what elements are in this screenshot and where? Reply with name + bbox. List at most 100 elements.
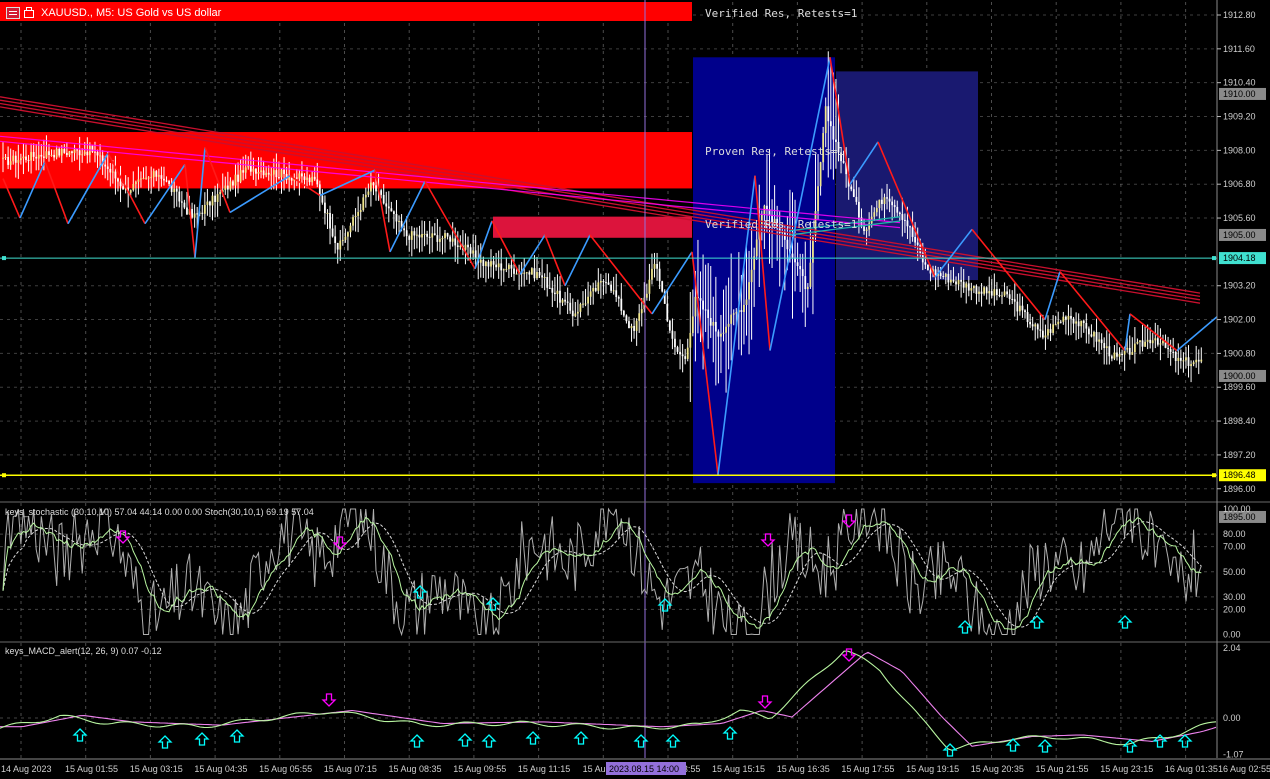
chart-canvas[interactable]: 1912.80 1911.60 1910.40 1909.20 1908.00 1906.… — [0, 0, 1270, 779]
zone-label-verified-mid: Verified Res, Retests=1 — [705, 218, 858, 231]
candle-body — [433, 233, 436, 236]
stoch-axis-label: 20.00 — [1223, 604, 1246, 614]
candle-body — [96, 152, 99, 156]
candle-body — [766, 205, 768, 210]
candle-body — [244, 167, 247, 173]
candle-body — [303, 176, 306, 180]
candle-body — [622, 310, 625, 316]
candle-body — [589, 291, 592, 297]
time-axis-label: 15 Aug 04:35 — [194, 764, 247, 774]
candle-body — [973, 286, 975, 289]
candle-body — [313, 176, 316, 180]
candle-body — [832, 126, 835, 140]
candle-body — [372, 182, 375, 186]
candle-body — [594, 287, 597, 291]
candle-body — [709, 317, 712, 326]
candle-body — [65, 152, 68, 156]
price-tag-label: 1910.00 — [1223, 89, 1256, 99]
candle-body — [1008, 294, 1011, 299]
candle-body — [441, 238, 444, 240]
candle-body — [405, 230, 408, 237]
candle-body — [916, 242, 919, 245]
chart-header: XAUUSD., M5: US Gold vs US dollar — [0, 4, 221, 22]
candle-body — [651, 268, 653, 280]
candle-body — [129, 190, 132, 193]
candle-body — [17, 160, 20, 163]
candle-body — [1059, 321, 1062, 323]
candle-body — [413, 231, 416, 236]
candle-body — [168, 181, 170, 184]
candle-body — [35, 156, 38, 159]
candle-body — [99, 155, 101, 157]
candle-body — [858, 201, 860, 218]
candle-body — [607, 282, 610, 285]
candle-body — [451, 238, 454, 242]
candle-body — [45, 151, 48, 158]
candle-body — [990, 291, 993, 296]
candle-body — [1011, 298, 1014, 300]
candle-body — [1075, 321, 1077, 324]
candle-body — [1021, 305, 1024, 311]
price-axis-label: 1897.20 — [1223, 450, 1256, 460]
candle-body — [625, 315, 628, 322]
price-tag-label: 1905.00 — [1223, 230, 1256, 240]
candle-body — [370, 182, 372, 192]
candle-body — [679, 351, 681, 355]
candle-body — [336, 242, 339, 250]
candle-body — [134, 181, 137, 184]
candle-body — [32, 152, 35, 157]
candle-body — [257, 171, 260, 174]
candle-body — [234, 174, 237, 186]
candle-body — [888, 198, 891, 202]
candle-body — [1052, 324, 1055, 333]
candle-body — [122, 186, 124, 190]
candle-body — [324, 202, 326, 214]
candle-body — [454, 238, 457, 246]
candle-body — [617, 297, 620, 299]
candle-body — [712, 321, 715, 326]
candle-body — [1177, 357, 1180, 361]
price-axis-label: 1902.00 — [1223, 315, 1256, 325]
candle-body — [183, 202, 186, 208]
candle-body — [387, 206, 390, 209]
candle-body — [548, 287, 551, 289]
candle-body — [301, 173, 303, 177]
candle-body — [571, 310, 574, 317]
candle-body — [267, 172, 270, 175]
candle-body — [426, 233, 429, 237]
candle-body — [799, 265, 802, 270]
candle-body — [1029, 321, 1032, 325]
candle-body — [530, 268, 533, 275]
time-axis-label: 15 Aug 03:15 — [130, 764, 183, 774]
candle-body — [1087, 328, 1090, 335]
candle-body — [275, 170, 278, 178]
candle-body — [352, 217, 354, 226]
candle-body — [382, 194, 385, 204]
candle-body — [983, 287, 986, 294]
candle-body — [865, 229, 868, 232]
price-tag-label: 1896.48 — [1223, 470, 1256, 480]
candle-body — [809, 262, 812, 287]
candle-body — [957, 279, 960, 285]
candle-body — [150, 177, 153, 179]
candle-body — [186, 207, 188, 215]
time-axis-label: 15 Aug 17:55 — [841, 764, 894, 774]
candle-body — [993, 289, 996, 296]
time-axis-label: 15 Aug 07:15 — [324, 764, 377, 774]
candle-body — [975, 286, 978, 294]
candle-body — [730, 314, 733, 324]
candle-body — [1139, 340, 1141, 342]
macd-panel-label: keys_MACD_alert(12, 26, 9) 0.07 -0.12 — [5, 646, 162, 656]
chart-menu-icon[interactable] — [6, 7, 20, 19]
candle-body — [1195, 359, 1198, 363]
candle-body — [523, 272, 526, 274]
candle-body — [1118, 353, 1121, 357]
candle-body — [1187, 357, 1190, 367]
candle-body — [50, 154, 53, 156]
trade-bag-icon[interactable] — [23, 7, 35, 19]
candle-body — [14, 155, 17, 163]
candle-body — [1036, 324, 1039, 330]
zone-label-proven: Proven Res, Retests=1 — [705, 145, 845, 158]
stoch-axis-label: 0.00 — [1223, 630, 1241, 640]
candle-body — [750, 269, 753, 283]
